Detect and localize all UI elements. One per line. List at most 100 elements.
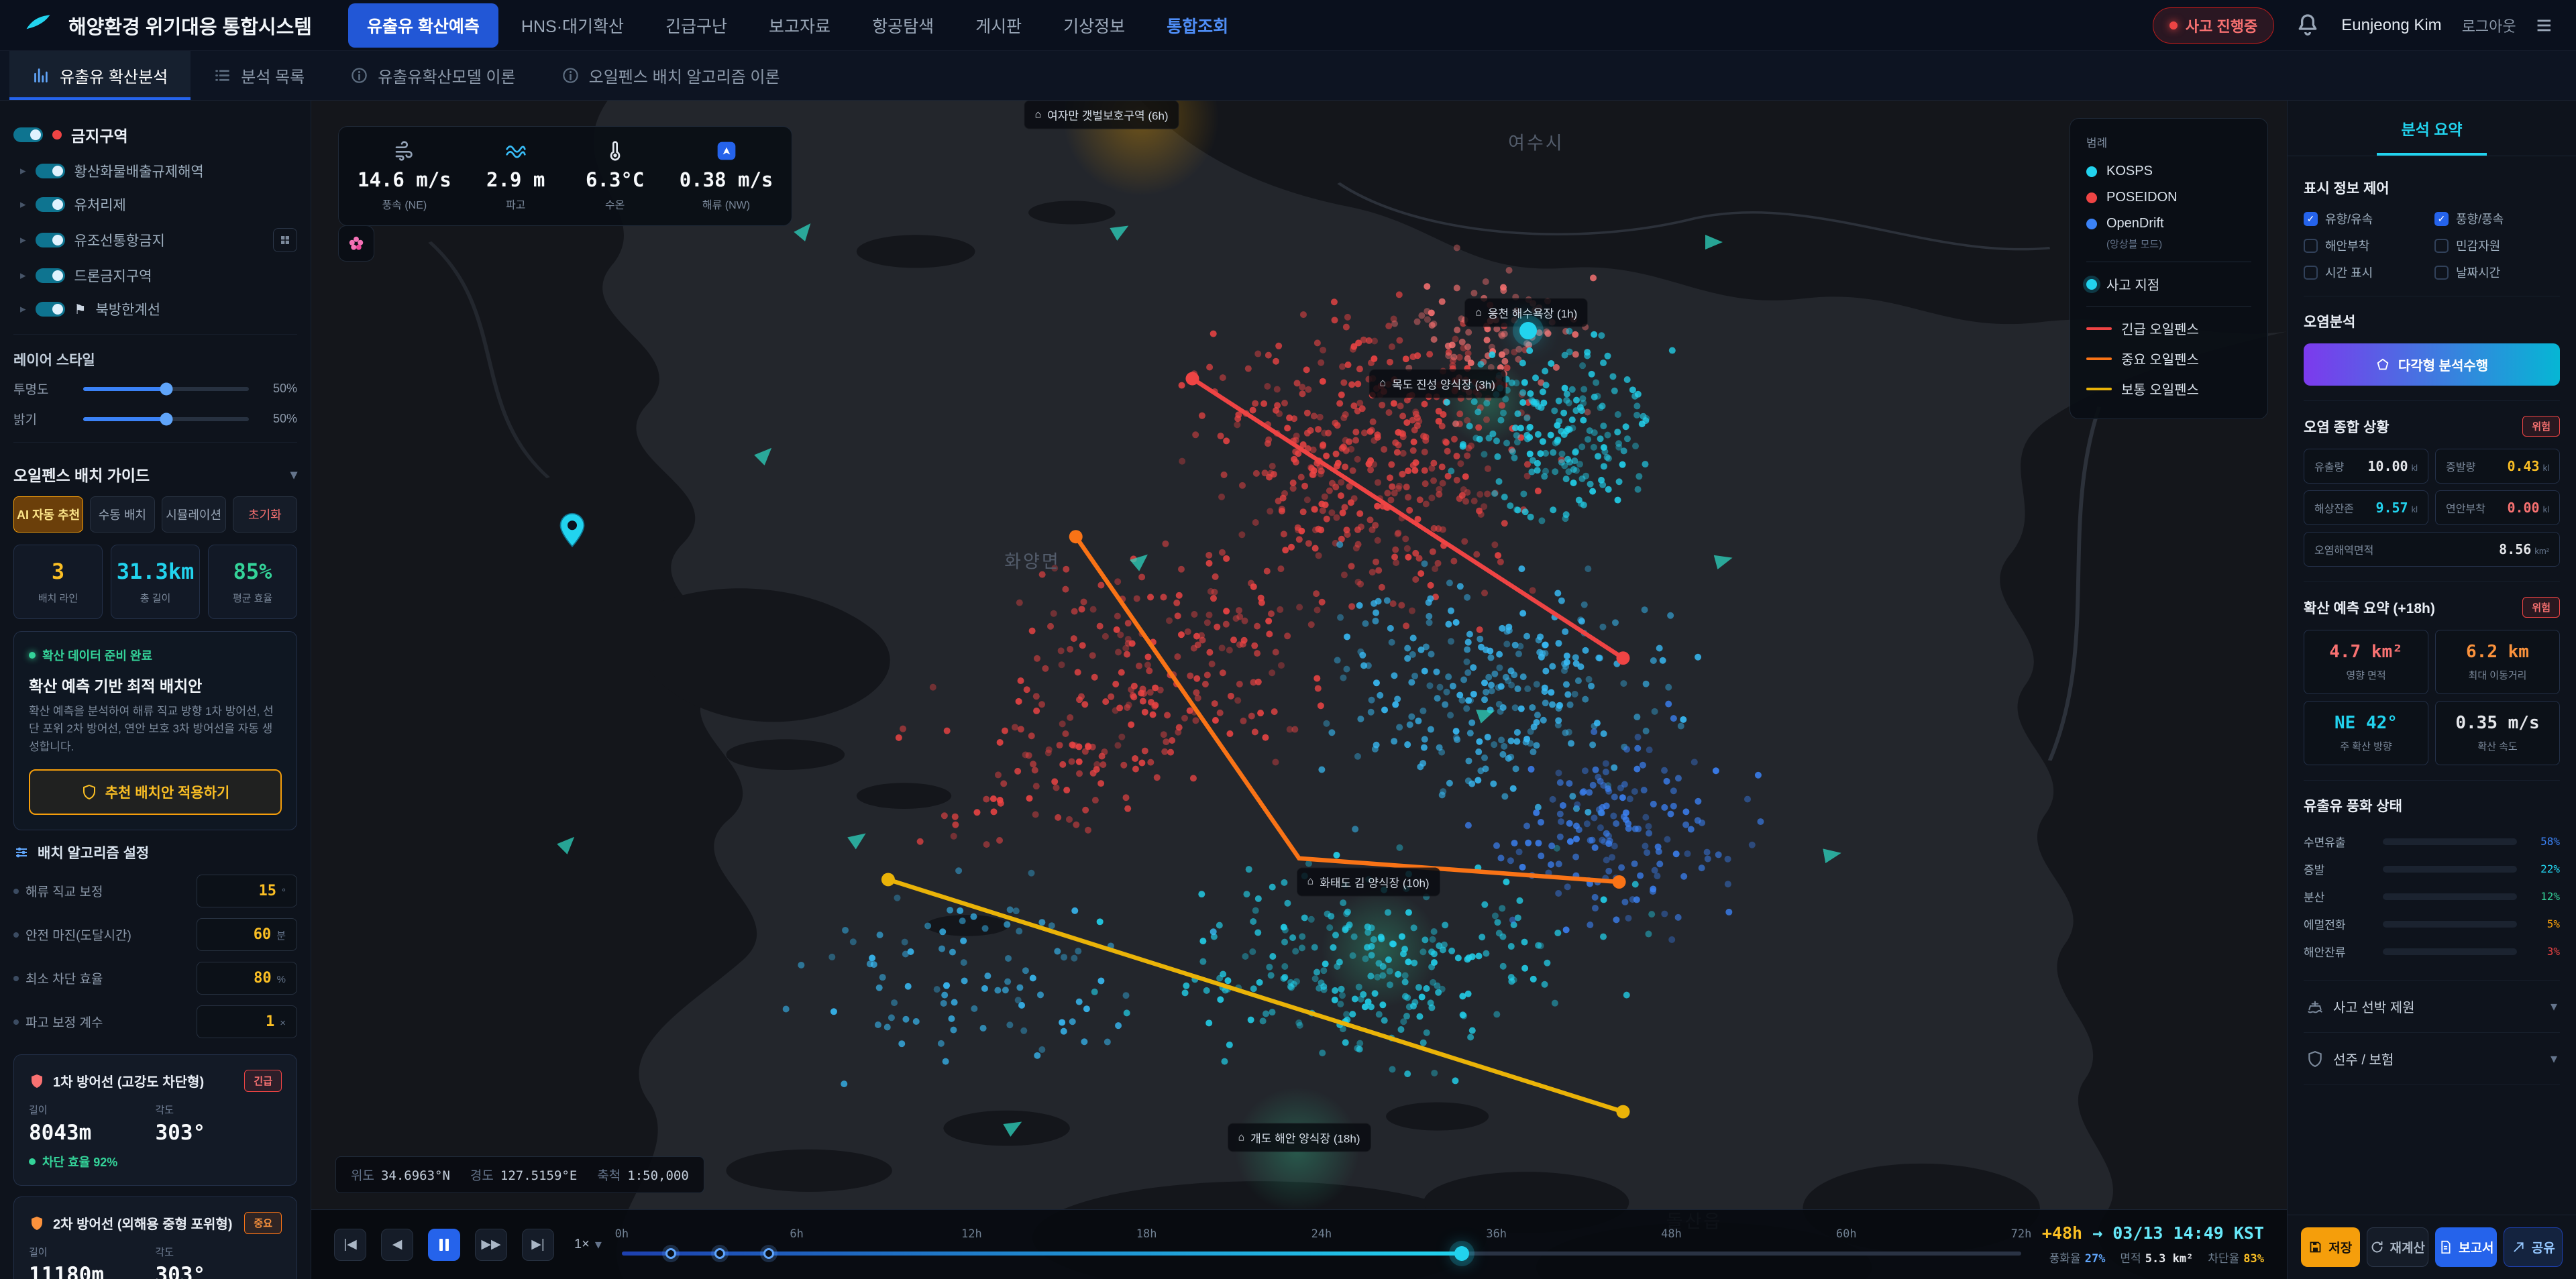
- slider-knob[interactable]: [160, 382, 172, 395]
- collapsible-section-row[interactable]: 사고 선박 제원▾: [2304, 981, 2560, 1033]
- step-back-button[interactable]: ◀: [381, 1229, 413, 1261]
- nav-item[interactable]: 보고자료: [750, 3, 849, 48]
- nav-item[interactable]: 기상정보: [1044, 3, 1144, 48]
- timeline-tick: 18h: [1136, 1227, 1157, 1241]
- fence-mode-button[interactable]: 시뮬레이션: [162, 496, 226, 533]
- forecast-value: 6.2 km: [2466, 642, 2529, 662]
- recalculate-button[interactable]: 재계산: [2367, 1227, 2428, 1267]
- display-option-checkbox[interactable]: ✓유향/유속: [2304, 210, 2429, 227]
- weathering-percent: 5%: [2525, 917, 2560, 930]
- forecast-value: 0.35 m/s: [2455, 713, 2539, 733]
- defense-length: 길이11180m: [29, 1245, 156, 1279]
- slider-track[interactable]: [83, 417, 249, 421]
- speed-select[interactable]: 1×▾: [569, 1236, 607, 1253]
- analysis-summary-tab[interactable]: 분석 요약: [2288, 101, 2576, 156]
- report-button[interactable]: 보고서: [2435, 1227, 2497, 1267]
- map-style-button[interactable]: [338, 225, 374, 262]
- timeline-event-marker[interactable]: [763, 1248, 774, 1259]
- fence-mode-button[interactable]: 수동 배치: [90, 496, 154, 533]
- algo-settings-title: 배치 알고리즘 설정: [38, 842, 149, 863]
- collapsible-section-row[interactable]: 선주 / 보험▾: [2304, 1033, 2560, 1085]
- timeline-event-marker[interactable]: [665, 1248, 676, 1259]
- notifications-bell-icon[interactable]: [2294, 12, 2321, 39]
- zone-settings-icon[interactable]: [273, 228, 297, 252]
- legend-fence-label: 중요 오일펜스: [2121, 349, 2199, 368]
- pause-button[interactable]: [428, 1229, 460, 1261]
- tab-item[interactable]: 분석 목록: [191, 51, 327, 100]
- polygon-analysis-label: 다각형 분석수행: [2398, 355, 2488, 374]
- zone-toggle[interactable]: [36, 268, 65, 283]
- nav-item[interactable]: 통합조회: [1148, 3, 1247, 48]
- skip-end-button[interactable]: ▶|: [522, 1229, 554, 1261]
- nav-item[interactable]: 게시판: [957, 3, 1040, 48]
- right-panel-actions: 저장재계산보고서공유: [2288, 1215, 2576, 1279]
- fence-guide-header[interactable]: 오일펜스 배치 가이드 ▾: [13, 451, 297, 496]
- zone-toggle[interactable]: [36, 164, 65, 178]
- zone-label: 황산화물배출규제해역: [74, 161, 204, 181]
- weathering-percent: 12%: [2525, 890, 2560, 903]
- pollution-stat-label: 연안부착: [2446, 500, 2485, 516]
- legend-fence-row: 보통 오일펜스: [2086, 374, 2251, 404]
- zone-toggle[interactable]: [36, 233, 65, 247]
- hamburger-menu-icon[interactable]: ≡: [2536, 12, 2552, 39]
- priority-badge: 중요: [244, 1212, 282, 1234]
- display-option-checkbox[interactable]: 해안부착: [2304, 237, 2429, 254]
- fast-forward-button[interactable]: ▶▶: [475, 1229, 507, 1261]
- display-option-checkbox[interactable]: ✓풍향/풍속: [2434, 210, 2560, 227]
- fence-stat-label: 배치 라인: [17, 591, 99, 605]
- display-option-checkbox[interactable]: 날짜시간: [2434, 264, 2560, 281]
- incident-pin[interactable]: [558, 512, 586, 549]
- display-option-grid: ✓유향/유속 ✓풍향/풍속해안부착 민감자원시간 표시 날짜시간: [2304, 210, 2560, 281]
- zones-master-toggle[interactable]: [13, 127, 43, 142]
- shield-icon: [29, 1073, 45, 1089]
- zone-toggle[interactable]: [36, 302, 65, 317]
- defense-metrics: 길이11180m각도303°: [29, 1245, 282, 1279]
- save-button[interactable]: 저장: [2301, 1227, 2360, 1267]
- timeline-current-handle[interactable]: [1454, 1246, 1469, 1261]
- fence-mode-button[interactable]: AI 자동 추천: [13, 496, 83, 533]
- fence-line-icon: [2086, 357, 2112, 360]
- timeline-track[interactable]: 0h6h12h18h24h36h48h60h72h: [622, 1210, 2021, 1279]
- algo-param-label: 해류 직교 보정: [13, 882, 103, 900]
- left-panel[interactable]: 금지구역 ▸황산화물배출규제해역▸유처리제▸유조선통항금지▸드론금지구역▸⚑북방…: [0, 101, 311, 1279]
- display-option-checkbox[interactable]: 민감자원: [2434, 237, 2560, 254]
- display-option-label: 풍향/풍속: [2456, 210, 2504, 227]
- tab-item[interactable]: 유출유확산모델 이론: [327, 51, 538, 100]
- fence-mode-button[interactable]: 초기화: [233, 496, 297, 533]
- tab-item[interactable]: 오일펜스 배치 알고리즘 이론: [539, 51, 803, 100]
- logout-button[interactable]: 로그아웃: [2462, 15, 2516, 36]
- zone-toggle[interactable]: [36, 197, 65, 212]
- display-option-checkbox[interactable]: 시간 표시: [2304, 264, 2429, 281]
- checkbox-icon: [2304, 266, 2318, 280]
- algo-param-input[interactable]: 80%: [197, 962, 297, 995]
- timeline-event-marker[interactable]: [714, 1248, 725, 1259]
- algo-param-input[interactable]: 1×: [197, 1005, 297, 1038]
- chevron-down-icon: ▾: [595, 1236, 602, 1253]
- map-area[interactable]: 여수시화양면돌산읍 ⌂여자만 갯벌보호구역 (6h)⌂웅천 해수욕장 (1h)⌂…: [311, 101, 2287, 1279]
- fence-stat-card: 3배치 라인: [13, 545, 103, 619]
- weathering-label: 에멀전화: [2304, 915, 2375, 932]
- apply-plan-button[interactable]: 추천 배치안 적용하기: [29, 769, 282, 815]
- slider-knob[interactable]: [160, 412, 172, 425]
- nav-item[interactable]: HNS·대기확산: [502, 3, 643, 48]
- polygon-analysis-button[interactable]: 다각형 분석수행: [2304, 343, 2560, 386]
- nav-item[interactable]: 유출유 확산예측: [348, 3, 498, 48]
- right-panel-body[interactable]: 표시 정보 제어 ✓유향/유속✓풍향/풍속해안부착민감자원시간 표시날짜시간 오…: [2288, 156, 2576, 1215]
- defense-line-card[interactable]: 2차 방어선 (외해용 중형 포위형)중요길이11180m각도303°차단 효율…: [13, 1197, 297, 1279]
- share-button[interactable]: 공유: [2504, 1227, 2563, 1267]
- algo-param-label: 파고 보정 계수: [13, 1013, 103, 1031]
- zone-label: 북방한계선: [95, 299, 160, 319]
- nav-item[interactable]: 긴급구난: [647, 3, 746, 48]
- model-dot-icon: [2086, 219, 2097, 229]
- slider-track[interactable]: [83, 387, 249, 391]
- tab-item[interactable]: 유출유 확산분석: [9, 51, 191, 100]
- data-ready-note: 확산 데이터 준비 완료: [29, 647, 282, 664]
- defense-line-card[interactable]: 1차 방어선 (고강도 차단형)긴급길이8043m각도303°차단 효율 92%: [13, 1054, 297, 1186]
- nav-item[interactable]: 항공탐색: [853, 3, 953, 48]
- algo-param-input[interactable]: 60분: [197, 918, 297, 951]
- skip-start-button[interactable]: |◀: [334, 1229, 366, 1261]
- algo-param-input[interactable]: 15°: [197, 875, 297, 907]
- forecast-cell: 0.35 m/s확산 속도: [2435, 701, 2560, 765]
- algo-param-value: 80: [254, 970, 272, 987]
- incident-point-marker[interactable]: [1519, 322, 1537, 339]
